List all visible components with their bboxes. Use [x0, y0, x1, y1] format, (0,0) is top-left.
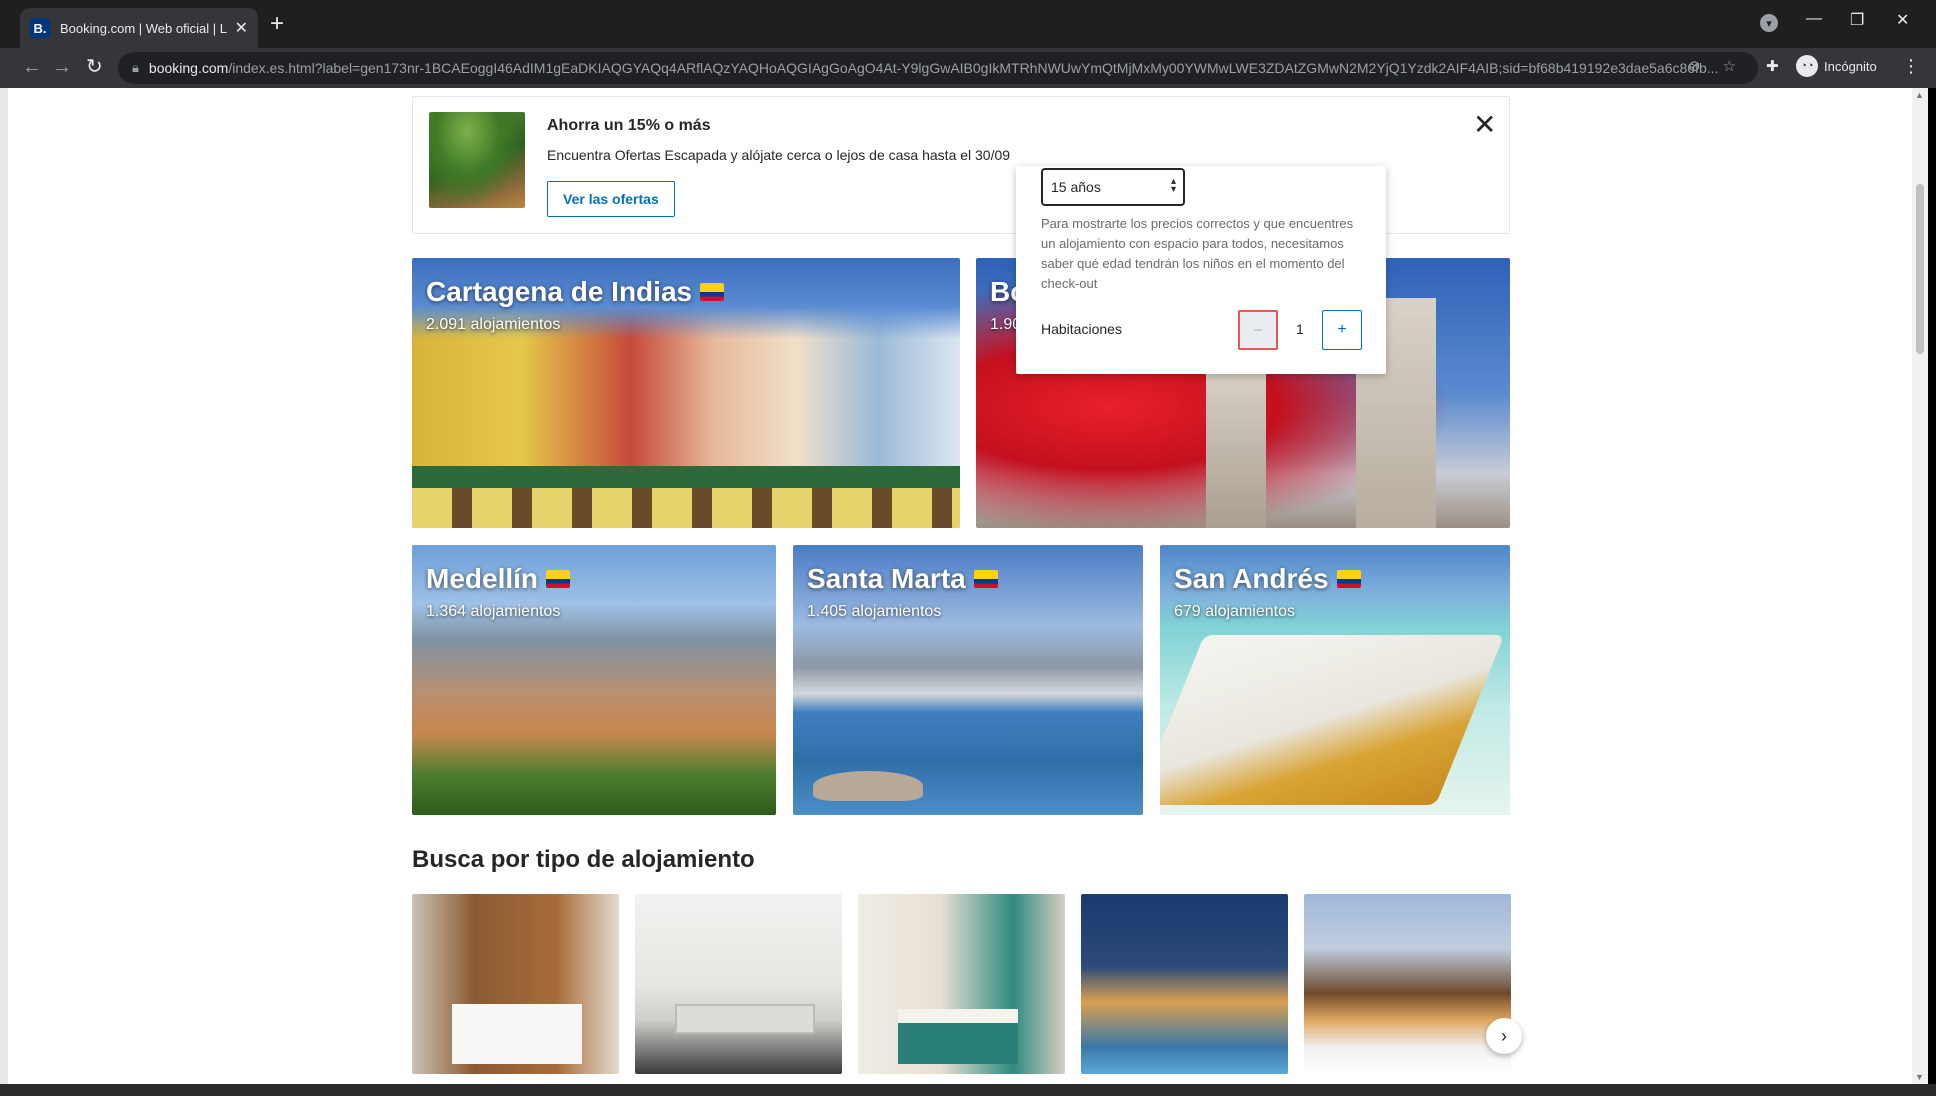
destination-name: Cartagena de Indias	[426, 276, 693, 307]
tab-title: Booking.com | Web oficial | Los m	[60, 20, 227, 36]
card-photo-detail	[813, 771, 923, 801]
page-scrollbar[interactable]: ▲ ▼	[1912, 88, 1928, 1084]
carousel-next-button[interactable]: ›	[1486, 1018, 1522, 1054]
url-path: /index.es.html?label=gen173nr-1BCAEoggI4…	[228, 60, 1719, 76]
card-photo-detail	[412, 488, 960, 528]
destination-card-cartagena[interactable]: Cartagena de Indias 2.091 alojamientos	[412, 258, 960, 528]
rooms-value: 1	[1296, 321, 1304, 337]
occupancy-popup: 15 años ▴ ▾ Para mostrarte los precios co…	[1016, 166, 1386, 374]
card-photo-detail	[1206, 368, 1266, 528]
colombia-flag-icon	[1336, 570, 1361, 588]
scroll-thumb[interactable]	[1916, 184, 1924, 354]
browser-menu-icon[interactable]: ⋮	[1902, 56, 1920, 77]
new-tab-icon[interactable]: +	[270, 12, 284, 36]
destination-count: 1.364 alojamientos	[426, 603, 561, 620]
card-photo-detail	[675, 1004, 815, 1034]
lock-icon: 🔒︎	[132, 60, 139, 75]
incognito-badge[interactable]: ◔◔ Incógnito	[1796, 55, 1877, 77]
eye-slash-icon[interactable]: ⊘	[1688, 57, 1701, 75]
card-photo-detail	[412, 466, 960, 488]
address-bar[interactable]: 🔒︎ booking.com /index.es.html?label=gen1…	[118, 52, 1758, 84]
property-type-card-apartment[interactable]	[635, 894, 842, 1074]
rooms-decrease-button[interactable]: −	[1238, 310, 1278, 350]
destination-card-medellin[interactable]: Medellín 1.364 alojamientos	[412, 545, 776, 815]
property-type-card-resort[interactable]	[858, 894, 1065, 1074]
extensions-icon[interactable]: ✚	[1766, 57, 1779, 75]
url-host: booking.com	[148, 60, 229, 76]
destination-title: Cartagena de Indias	[426, 276, 725, 308]
select-arrows-icon: ▴ ▾	[1170, 176, 1176, 195]
window-close-icon[interactable]: ✕	[1896, 10, 1909, 30]
promo-description: Encuentra Ofertas Escapada y alójate cer…	[547, 147, 1011, 163]
destination-name: San Andrés	[1174, 563, 1329, 594]
see-offers-button[interactable]: Ver las ofertas	[547, 181, 675, 217]
close-icon[interactable]: ✕	[1473, 111, 1496, 139]
child-age-select[interactable]: 15 años ▴ ▾	[1041, 168, 1185, 206]
left-edge	[0, 88, 8, 1084]
colombia-flag-icon	[973, 570, 998, 588]
address-bar-actions: ⊘ ☆	[1688, 57, 1736, 75]
booking-favicon-icon: B.	[30, 18, 50, 38]
browser-toolbar: ← → ↻ 🔒︎ booking.com /index.es.html?labe…	[0, 48, 1936, 88]
colombia-flag-icon	[546, 570, 571, 588]
scroll-up-icon[interactable]: ▲	[1915, 90, 1924, 100]
forward-icon[interactable]: →	[52, 56, 72, 78]
destination-count: 1.405 alojamientos	[807, 603, 942, 620]
destination-count: 679 alojamientos	[1174, 603, 1295, 620]
card-photo-detail	[1160, 635, 1505, 805]
property-type-card-villa[interactable]	[1081, 894, 1288, 1074]
reload-icon[interactable]: ↻	[86, 56, 103, 78]
destination-name: Santa Marta	[807, 563, 966, 594]
incognito-icon: ◔◔	[1796, 55, 1818, 77]
destination-count: 2.091 alojamientos	[426, 316, 561, 333]
browser-tab[interactable]: B. Booking.com | Web oficial | Los m ✕	[20, 8, 258, 48]
tab-search-icon[interactable]: ▾	[1760, 14, 1778, 32]
card-photo-detail	[452, 1004, 582, 1064]
scroll-down-icon[interactable]: ▼	[1915, 1072, 1924, 1082]
bottom-edge	[0, 1084, 1936, 1096]
destination-card-santa-marta[interactable]: Santa Marta 1.405 alojamientos	[793, 545, 1143, 815]
child-age-info: Para mostrarte los precios correctos y q…	[1041, 216, 1354, 291]
rooms-increase-button[interactable]: +	[1322, 310, 1362, 350]
destination-title: San Andrés	[1174, 563, 1361, 595]
child-age-value: 15 años	[1051, 179, 1101, 195]
page-viewport: Ahorra un 15% o más Encuentra Ofertas Es…	[8, 88, 1912, 1084]
incognito-label: Incógnito	[1824, 58, 1877, 74]
colombia-flag-icon	[700, 283, 725, 301]
destination-name: Medellín	[426, 563, 539, 594]
property-type-card-hotel[interactable]	[412, 894, 619, 1074]
promo-title: Ahorra un 15% o más	[547, 117, 711, 134]
promo-image	[429, 112, 525, 208]
bookmark-star-icon[interactable]: ☆	[1723, 57, 1736, 75]
destination-card-san-andres[interactable]: San Andrés 679 alojamientos	[1160, 545, 1510, 815]
tab-close-icon[interactable]: ✕	[235, 18, 248, 38]
section-title: Busca por tipo de alojamiento	[412, 846, 755, 873]
back-icon[interactable]: ←	[22, 56, 42, 78]
restore-icon[interactable]: ❐	[1850, 10, 1864, 30]
minimize-icon[interactable]: —	[1806, 10, 1822, 28]
destination-title: Medellín	[426, 563, 571, 595]
browser-tab-bar: B. Booking.com | Web oficial | Los m ✕ +…	[0, 0, 1936, 48]
card-photo-detail	[898, 1009, 1018, 1064]
property-type-card-cabin[interactable]	[1304, 894, 1511, 1074]
destination-title: Santa Marta	[807, 563, 998, 595]
rooms-label: Habitaciones	[1041, 321, 1122, 337]
